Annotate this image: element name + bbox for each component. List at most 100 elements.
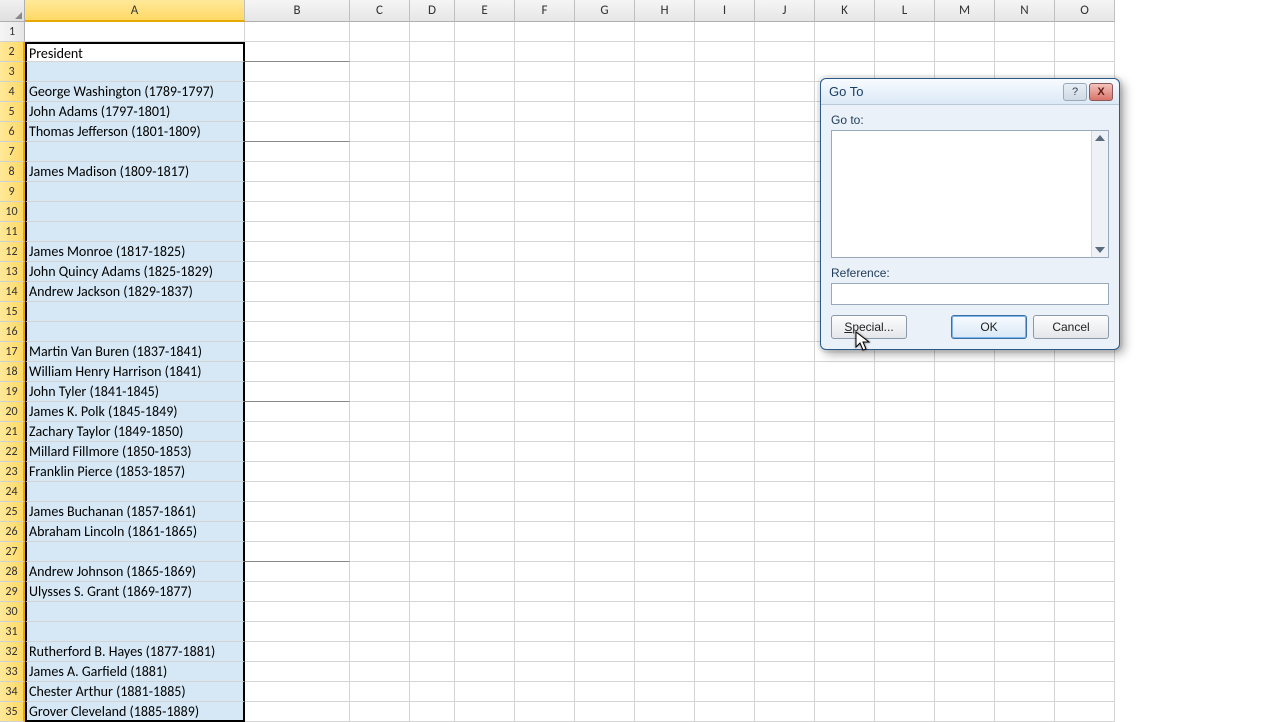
cell[interactable] xyxy=(350,582,410,602)
row-header[interactable]: 17 xyxy=(0,342,25,362)
cell[interactable] xyxy=(350,82,410,102)
cell[interactable] xyxy=(245,462,350,482)
cell[interactable] xyxy=(815,522,875,542)
ok-button[interactable]: OK xyxy=(951,315,1027,339)
cell[interactable] xyxy=(515,22,575,42)
cell[interactable] xyxy=(815,462,875,482)
cell[interactable] xyxy=(995,402,1055,422)
cell[interactable] xyxy=(755,222,815,242)
cell[interactable] xyxy=(350,62,410,82)
cell[interactable] xyxy=(455,342,515,362)
cell[interactable] xyxy=(575,242,635,262)
cell[interactable] xyxy=(350,702,410,722)
cell[interactable] xyxy=(350,442,410,462)
cell[interactable] xyxy=(515,42,575,62)
cell[interactable] xyxy=(695,522,755,542)
cell[interactable] xyxy=(1055,422,1115,442)
cell[interactable] xyxy=(245,222,350,242)
cell[interactable] xyxy=(515,482,575,502)
cell[interactable] xyxy=(695,382,755,402)
cell[interactable] xyxy=(635,342,695,362)
cell[interactable] xyxy=(635,402,695,422)
cell[interactable] xyxy=(515,522,575,542)
cell[interactable] xyxy=(455,122,515,142)
cell[interactable] xyxy=(1055,402,1115,422)
cell[interactable] xyxy=(25,182,245,202)
cell[interactable]: James Buchanan (1857-1861) xyxy=(25,502,245,522)
cell[interactable] xyxy=(635,622,695,642)
cell[interactable]: James Monroe (1817-1825) xyxy=(25,242,245,262)
row-header[interactable]: 28 xyxy=(0,562,25,582)
cell[interactable] xyxy=(815,22,875,42)
row-header[interactable]: 4 xyxy=(0,82,25,102)
cell[interactable] xyxy=(410,462,455,482)
cell[interactable] xyxy=(995,482,1055,502)
special-button[interactable]: Special... xyxy=(831,315,907,339)
cell[interactable] xyxy=(755,402,815,422)
cell[interactable]: John Adams (1797-1801) xyxy=(25,102,245,122)
cell[interactable] xyxy=(935,422,995,442)
row-header[interactable]: 2 xyxy=(0,42,25,62)
cell[interactable] xyxy=(410,42,455,62)
cell[interactable] xyxy=(455,502,515,522)
cell[interactable]: Andrew Johnson (1865-1869) xyxy=(25,562,245,582)
cell[interactable] xyxy=(695,322,755,342)
cell[interactable] xyxy=(935,642,995,662)
cell[interactable]: Martin Van Buren (1837-1841) xyxy=(25,342,245,362)
cell[interactable] xyxy=(410,62,455,82)
cell[interactable] xyxy=(515,82,575,102)
cell[interactable] xyxy=(875,522,935,542)
cell[interactable] xyxy=(515,102,575,122)
cell[interactable] xyxy=(350,422,410,442)
cell[interactable]: James K. Polk (1845-1849) xyxy=(25,402,245,422)
cell[interactable] xyxy=(695,642,755,662)
cell[interactable] xyxy=(455,662,515,682)
cell[interactable] xyxy=(350,42,410,62)
cell[interactable]: John Tyler (1841-1845) xyxy=(25,382,245,402)
cell[interactable] xyxy=(575,382,635,402)
cell[interactable] xyxy=(755,562,815,582)
cell[interactable] xyxy=(1055,42,1115,62)
cell[interactable] xyxy=(575,202,635,222)
row-header[interactable]: 30 xyxy=(0,602,25,622)
cell[interactable] xyxy=(245,202,350,222)
column-header[interactable]: A xyxy=(25,0,245,22)
cell[interactable] xyxy=(515,302,575,322)
cell[interactable] xyxy=(635,582,695,602)
cell[interactable] xyxy=(455,402,515,422)
cell[interactable] xyxy=(995,622,1055,642)
cell[interactable] xyxy=(995,662,1055,682)
cell[interactable] xyxy=(455,582,515,602)
column-header[interactable]: E xyxy=(455,0,515,22)
cell[interactable] xyxy=(575,462,635,482)
cell[interactable] xyxy=(515,182,575,202)
cell[interactable] xyxy=(410,682,455,702)
cell[interactable] xyxy=(1055,362,1115,382)
cell[interactable] xyxy=(245,302,350,322)
cell[interactable] xyxy=(995,582,1055,602)
cell[interactable] xyxy=(995,522,1055,542)
cell[interactable] xyxy=(755,302,815,322)
cell[interactable] xyxy=(25,62,245,82)
cell[interactable] xyxy=(755,622,815,642)
cell[interactable] xyxy=(350,362,410,382)
row-header[interactable]: 19 xyxy=(0,382,25,402)
cell[interactable] xyxy=(695,242,755,262)
help-button[interactable]: ? xyxy=(1063,83,1087,101)
cell[interactable] xyxy=(515,222,575,242)
cell[interactable] xyxy=(515,262,575,282)
cell[interactable] xyxy=(635,322,695,342)
cell[interactable] xyxy=(410,102,455,122)
row-header[interactable]: 20 xyxy=(0,402,25,422)
cell[interactable] xyxy=(875,42,935,62)
column-header[interactable]: I xyxy=(695,0,755,22)
row-header[interactable]: 26 xyxy=(0,522,25,542)
cell[interactable] xyxy=(515,202,575,222)
cell[interactable] xyxy=(875,542,935,562)
cell[interactable] xyxy=(635,222,695,242)
cell[interactable] xyxy=(695,162,755,182)
cell[interactable] xyxy=(455,162,515,182)
cell[interactable]: Chester Arthur (1881-1885) xyxy=(25,682,245,702)
cell[interactable] xyxy=(575,402,635,422)
cell[interactable] xyxy=(755,62,815,82)
